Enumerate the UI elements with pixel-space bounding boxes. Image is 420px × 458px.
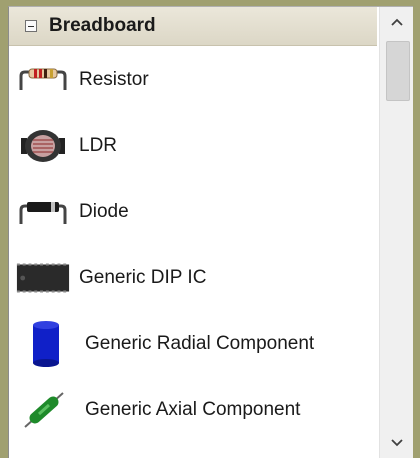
chevron-up-icon — [391, 18, 403, 26]
generic-axial-component-label: Generic Axial Component — [85, 399, 301, 420]
resistor-icon — [15, 55, 71, 105]
ldr-icon — [15, 121, 71, 171]
vertical-scrollbar[interactable] — [379, 7, 413, 458]
generic-dip-ic-label: Generic DIP IC — [79, 267, 207, 288]
collapse-minus-icon[interactable] — [25, 20, 37, 32]
axial-component-icon — [15, 385, 71, 435]
resistor-label: Resistor — [79, 69, 149, 90]
chevron-down-icon — [391, 439, 403, 447]
parts-list: Resistor LDR Diode Generic DIP IC Generi… — [9, 47, 377, 443]
scroll-up-button[interactable] — [380, 7, 413, 37]
scroll-down-button[interactable] — [380, 428, 413, 458]
list-item-generic-axial-component[interactable]: Generic Axial Component — [9, 377, 377, 443]
breadboard-section-header[interactable]: Breadboard — [9, 7, 377, 46]
ldr-label: LDR — [79, 135, 118, 156]
scroll-thumb[interactable] — [386, 41, 410, 101]
section-title: Breadboard — [49, 15, 156, 36]
list-item-ldr[interactable]: LDR — [9, 113, 377, 179]
parts-panel: Breadboard Resistor LDR Diode Generic DI… — [8, 6, 413, 458]
diode-icon — [15, 187, 71, 237]
radial-capacitor-icon — [15, 319, 71, 369]
dip-ic-icon — [15, 253, 71, 303]
list-item-resistor[interactable]: Resistor — [9, 47, 377, 113]
generic-radial-component-label: Generic Radial Component — [85, 333, 315, 354]
list-item-diode[interactable]: Diode — [9, 179, 377, 245]
diode-label: Diode — [79, 201, 129, 222]
list-item-generic-dip-ic[interactable]: Generic DIP IC — [9, 245, 377, 311]
list-item-generic-radial-component[interactable]: Generic Radial Component — [9, 311, 377, 377]
